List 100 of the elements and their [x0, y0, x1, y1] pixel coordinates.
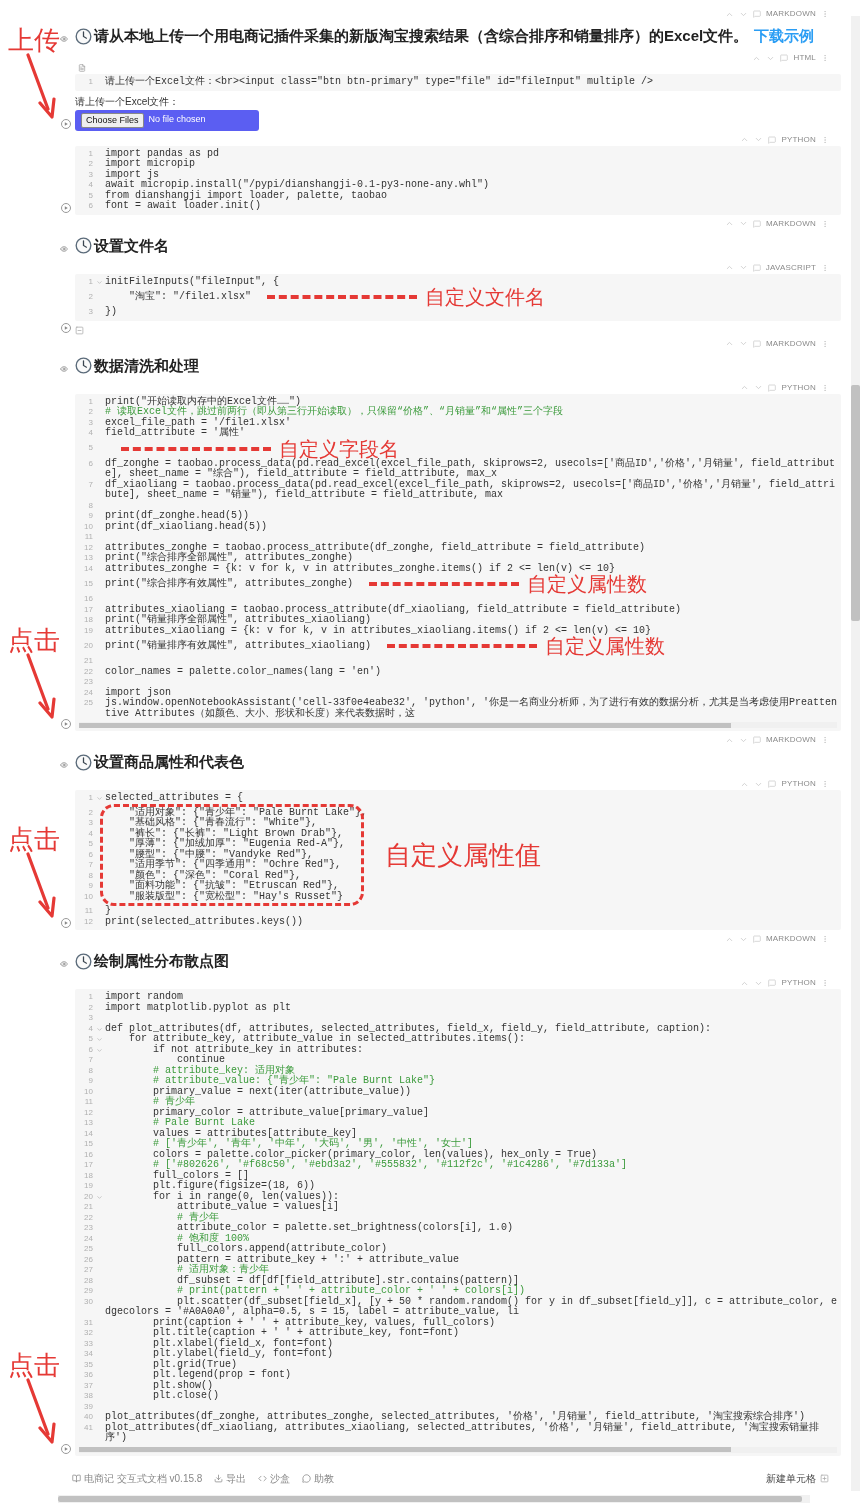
code-line: "淘宝": "/file1.xlsx": [128, 291, 252, 303]
move-down-icon[interactable]: [738, 263, 748, 272]
move-up-icon[interactable]: [740, 383, 750, 392]
move-down-icon[interactable]: [738, 219, 748, 228]
move-down-icon[interactable]: [754, 383, 764, 392]
fold-icon[interactable]: [95, 278, 103, 286]
file-input[interactable]: Choose Files No file chosen: [75, 109, 259, 131]
code-line: selected_attributes = {: [105, 793, 244, 804]
run-button[interactable]: [61, 1443, 71, 1454]
code-comment: # 青少年: [152, 1097, 196, 1107]
footer-link[interactable]: 导出: [226, 1470, 247, 1486]
cell-language-label: PYTHON: [781, 383, 816, 392]
eye-icon[interactable]: [60, 35, 68, 43]
more-icon[interactable]: [821, 263, 829, 272]
line-number: 35: [83, 1359, 93, 1370]
line-number: 6: [87, 849, 93, 860]
comment-icon[interactable]: [752, 219, 761, 228]
move-up-icon[interactable]: [724, 219, 734, 228]
fold-icon[interactable]: [95, 1193, 103, 1201]
code-comment: # attribute_key: 适用对象: [152, 1065, 296, 1076]
code-line: initFileInputs("fileInput", {: [105, 276, 280, 287]
comment-icon[interactable]: [768, 135, 777, 144]
line-number: 13: [83, 553, 93, 564]
clock-icon: [75, 27, 92, 45]
code-editor[interactable]: [75, 790, 841, 930]
comment-icon[interactable]: [752, 339, 761, 348]
comment-icon[interactable]: [752, 263, 761, 272]
more-icon[interactable]: [821, 736, 829, 744]
vertical-scrollbar[interactable]: [851, 16, 860, 1491]
footer-link[interactable]: 沙盒: [270, 1470, 291, 1486]
code-line: await micropip.install("/pypi/dianshangji-0.1-py3-none-any.whl"): [105, 180, 490, 191]
code-comment: # Pale Burnt Lake: [152, 1118, 256, 1128]
code-line: plt.legend(prop = font): [152, 1370, 292, 1381]
code-line: plt.title(caption + ' ' + attribute_key, font=font): [152, 1328, 460, 1339]
code-line: field_attribute = '属性': [105, 428, 246, 439]
line-number: 32: [83, 1328, 93, 1339]
move-down-icon[interactable]: [738, 339, 748, 348]
line-number: 5: [87, 190, 93, 201]
cell-language-label: MARKDOWN: [765, 219, 816, 228]
comment-icon[interactable]: [768, 383, 777, 392]
move-up-icon[interactable]: [724, 339, 734, 348]
move-up-icon[interactable]: [740, 135, 750, 144]
fold-icon[interactable]: [95, 1025, 103, 1033]
footer-link[interactable]: 助教: [314, 1470, 335, 1486]
fold-icon[interactable]: [95, 1046, 103, 1054]
code-comment: # ['#802626', '#f68c50', '#ebd3a2', '#555832', '#112f2c', '#1c4286', '#7d133a']: [152, 1160, 628, 1171]
move-up-icon[interactable]: [724, 263, 734, 272]
fold-icon[interactable]: [95, 1036, 103, 1043]
scrollbar-thumb[interactable]: [79, 1447, 731, 1452]
more-icon[interactable]: [821, 54, 829, 62]
more-icon[interactable]: [821, 383, 829, 392]
more-icon[interactable]: [821, 10, 829, 18]
cell-heading: 设置商品属性和代表色: [94, 752, 244, 772]
code-line: plt.close(): [152, 1391, 220, 1402]
code-line: "适用季节": {"四季通用": "Ochre Red"},: [128, 860, 342, 870]
eye-icon[interactable]: [60, 364, 68, 373]
run-button[interactable]: [61, 118, 71, 129]
run-button[interactable]: [61, 322, 71, 333]
move-down-icon[interactable]: [754, 135, 764, 144]
eye-icon[interactable]: [60, 761, 68, 769]
line-number: 18: [83, 615, 93, 626]
line-number: 15: [83, 1139, 93, 1150]
code-line: full_colors.append(attribute_color): [176, 1244, 388, 1255]
download-icon[interactable]: [214, 1473, 224, 1483]
eye-icon[interactable]: [60, 244, 68, 253]
code-line: print(selected_attributes.keys()): [105, 916, 304, 927]
horizontal-scrollbar[interactable]: [58, 1495, 810, 1503]
scrollbar-thumb[interactable]: [58, 1496, 803, 1502]
line-number: 2: [87, 291, 93, 303]
scrollbar-thumb[interactable]: [851, 384, 860, 621]
fold-icon[interactable]: [95, 795, 103, 802]
more-icon[interactable]: [821, 135, 829, 144]
line-number: 5: [87, 443, 93, 454]
annotation-label: 自定义属性数: [527, 574, 648, 594]
comment-icon[interactable]: [752, 935, 761, 943]
more-icon[interactable]: [821, 339, 829, 348]
new-cell-button[interactable]: 新建单元格: [766, 1470, 829, 1486]
minus-square-icon[interactable]: [75, 325, 84, 335]
horizontal-scrollbar[interactable]: [79, 1446, 837, 1453]
code-line: "服装版型": {"宽松型": "Hay's Russet"}: [128, 891, 344, 902]
code-icon[interactable]: [258, 1473, 268, 1483]
comment-icon[interactable]: [768, 780, 777, 788]
choose-files-button[interactable]: Choose Files: [81, 112, 144, 128]
run-button[interactable]: [61, 202, 71, 213]
run-button[interactable]: [61, 719, 71, 729]
code-editor[interactable]: [75, 989, 841, 1456]
code-editor[interactable]: [75, 393, 841, 731]
more-icon[interactable]: [821, 979, 829, 987]
comment-icon[interactable]: [768, 979, 777, 987]
line-number: 4: [87, 828, 93, 839]
more-icon[interactable]: [821, 219, 829, 228]
chat-icon[interactable]: [302, 1473, 312, 1483]
comment-icon[interactable]: [780, 54, 789, 62]
more-icon[interactable]: [821, 780, 829, 788]
run-button[interactable]: [61, 918, 71, 928]
comment-icon[interactable]: [752, 10, 761, 18]
more-icon[interactable]: [821, 935, 829, 943]
comment-icon[interactable]: [752, 736, 761, 744]
eye-icon[interactable]: [60, 960, 68, 968]
code-comment: # 读取Excel文件，跳过前两行（即从第三行开始读取），只保留“价格”、“月销量”和“属性”三个字段: [105, 407, 563, 417]
